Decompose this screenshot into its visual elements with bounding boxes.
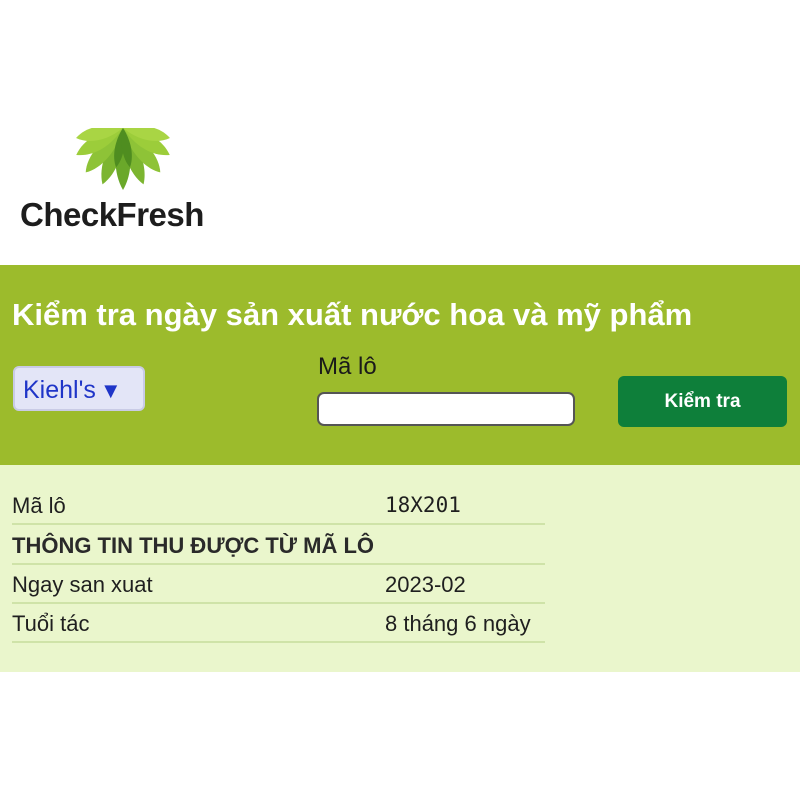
row-label: Mã lô <box>12 493 66 518</box>
search-banner: Kiểm tra ngày sản xuất nước hoa và mỹ ph… <box>0 265 800 465</box>
result-row-production-date: Ngay san xuat 2023-02 <box>12 564 545 604</box>
row-label: Ngay san xuat <box>12 572 153 597</box>
check-button[interactable]: Kiểm tra <box>618 376 787 427</box>
result-row-age: Tuổi tác 8 tháng 6 ngày <box>12 603 545 643</box>
brand-name: CheckFresh <box>20 196 204 233</box>
lot-number-input[interactable] <box>317 392 575 426</box>
page-title: Kiểm tra ngày sản xuất nước hoa và mỹ ph… <box>12 297 693 332</box>
section-heading-label: THÔNG TIN THU ĐƯỢC TỪ MÃ LÔ <box>12 533 375 558</box>
result-panel: Mã lô 18X201 THÔNG TIN THU ĐƯỢC TỪ MÃ LÔ… <box>0 465 800 672</box>
chevron-down-icon: ▼ <box>99 378 122 403</box>
brand-dropdown[interactable]: Kiehl's ▼ <box>13 366 145 411</box>
row-value: 8 tháng 6 ngày <box>385 611 531 636</box>
checkfresh-logo: CheckFresh <box>18 126 238 236</box>
row-label: Tuổi tác <box>12 611 90 636</box>
row-value: 18X201 <box>385 493 461 517</box>
result-row-lot: Mã lô 18X201 <box>12 485 545 525</box>
result-section-heading: THÔNG TIN THU ĐƯỢC TỪ MÃ LÔ <box>12 525 545 565</box>
leaf-logo-icon <box>38 126 208 190</box>
lot-number-label: Mã lô <box>318 353 377 380</box>
row-value: 2023-02 <box>385 572 466 597</box>
brand-dropdown-value: Kiehl's <box>23 376 96 404</box>
